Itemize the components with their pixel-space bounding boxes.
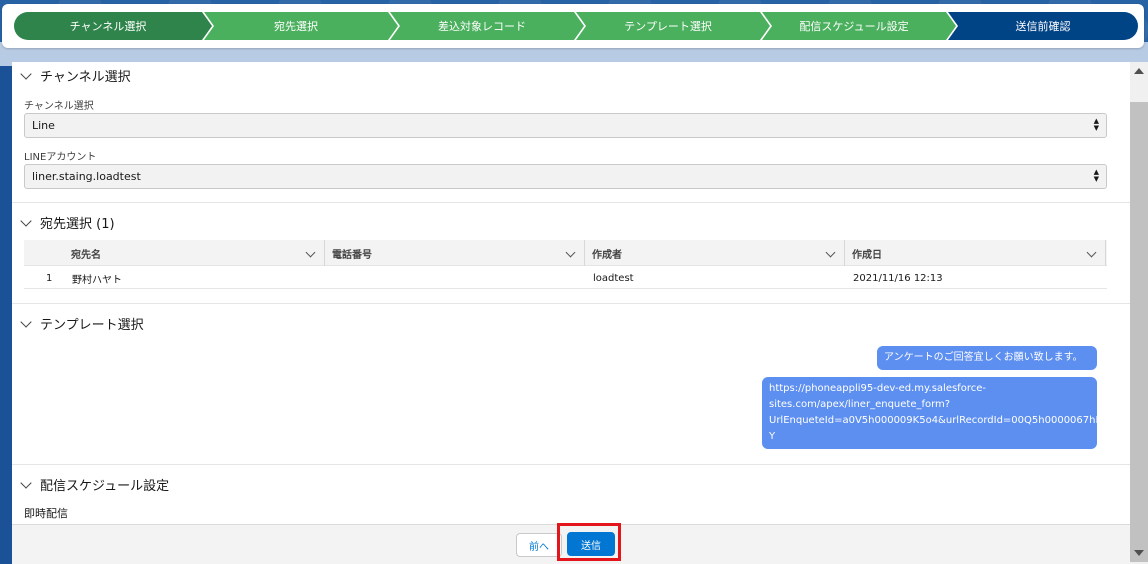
path-step-channel[interactable]: チャンネル選択 — [14, 12, 214, 40]
table-header: 宛先名 電話番号 作成者 作成日 — [24, 240, 1107, 266]
path-step-label: テンプレート選択 — [624, 20, 712, 33]
channel-select-value: Line — [32, 119, 55, 132]
column-header-created[interactable]: 作成日 — [845, 240, 1106, 266]
section-title: テンプレート選択 — [40, 318, 144, 333]
path-step-confirm[interactable]: 送信前確認 — [948, 12, 1138, 40]
schedule-value: 即時配信 — [24, 507, 68, 520]
section-title: チャンネル選択 — [40, 70, 131, 85]
line-account-select[interactable]: liner.staing.loadtest ▲ ▼ — [24, 164, 1107, 189]
recipient-creator: loadtest — [593, 272, 634, 284]
select-arrows-icon: ▲ ▼ — [1093, 168, 1099, 183]
chevron-down-icon — [20, 315, 32, 328]
column-header-phone[interactable]: 電話番号 — [325, 240, 585, 266]
scrollbar[interactable] — [1130, 62, 1148, 564]
highlight-box — [557, 523, 621, 561]
path-arrow — [574, 12, 584, 40]
path-step-label: 送信前確認 — [1015, 20, 1071, 33]
path-step-label: チャンネル選択 — [69, 20, 147, 33]
chevron-down-icon[interactable] — [305, 247, 316, 258]
column-label: 電話番号 — [332, 249, 372, 261]
path-step-label: 宛先選択 — [274, 20, 318, 33]
section-header-template[interactable]: テンプレート選択 — [20, 314, 144, 333]
path-step-recipient[interactable]: 宛先選択 — [204, 12, 400, 40]
recipient-name: 野村ハヤト — [72, 274, 122, 286]
section-header-schedule[interactable]: 配信スケジュール設定 — [20, 475, 170, 494]
channel-label: チャンネル選択 — [24, 101, 94, 112]
column-label: 宛先名 — [71, 249, 101, 261]
scroll-up-icon[interactable] — [1134, 68, 1144, 74]
path-step-schedule[interactable]: 配信スケジュール設定 — [762, 12, 958, 40]
chevron-down-icon — [20, 214, 32, 227]
path-arrow — [202, 12, 212, 40]
divider — [12, 202, 1130, 203]
column-header-name[interactable]: 宛先名 — [64, 240, 325, 266]
line-account-label: LINEアカウント — [24, 152, 97, 163]
row-number: 1 — [46, 272, 53, 284]
progress-path: チャンネル選択 宛先選択 差込対象レコード テンプレート選択 配信スケジュール設… — [2, 4, 1144, 48]
message-bubble: アンケートのご回答宜しくお願い致します。 — [877, 346, 1097, 370]
column-label: 作成者 — [592, 249, 622, 261]
line-account-value: liner.staing.loadtest — [32, 170, 141, 183]
section-title: 配信スケジュール設定 — [40, 479, 170, 494]
path-arrow — [388, 12, 398, 40]
path-step-label: 差込対象レコード — [438, 20, 526, 33]
scroll-down-icon[interactable] — [1134, 550, 1144, 556]
divider — [12, 464, 1130, 465]
chevron-down-icon — [20, 476, 32, 489]
message-line: UrlEnqueteId=a0V5h000009K5o4&urlRecordId… — [769, 415, 1122, 426]
message-bubble: https://phoneappli95-dev-ed.my.salesforc… — [762, 377, 1122, 449]
path-step-label: 配信スケジュール設定 — [799, 20, 909, 33]
section-title: 宛先選択 (1) — [40, 217, 115, 232]
message-line: sites.com/apex/liner_enquete_form? — [769, 399, 951, 410]
chevron-down-icon[interactable] — [825, 247, 836, 258]
path-arrow — [946, 12, 956, 40]
path-arrow — [760, 12, 770, 40]
previous-button[interactable]: 前へ — [516, 533, 562, 557]
channel-select[interactable]: Line ▲ ▼ — [24, 113, 1107, 138]
message-line: https://phoneappli95-dev-ed.my.salesforc… — [769, 383, 986, 394]
chevron-down-icon — [20, 67, 32, 80]
confirm-card: チャンネル選択 チャンネル選択 Line ▲ ▼ LINEアカウント liner.… — [12, 62, 1130, 524]
chevron-down-icon[interactable] — [565, 247, 576, 258]
section-header-channel[interactable]: チャンネル選択 — [20, 66, 131, 85]
table-row: 1 野村ハヤト loadtest 2021/11/16 12:13 — [24, 267, 1107, 289]
scrollbar-thumb[interactable] — [1130, 102, 1148, 562]
path-step-template[interactable]: テンプレート選択 — [576, 12, 772, 40]
select-arrows-icon: ▲ ▼ — [1093, 117, 1099, 132]
column-header-creator[interactable]: 作成者 — [585, 240, 845, 266]
column-label: 作成日 — [852, 249, 882, 261]
message-line: Y — [769, 431, 776, 442]
section-header-recipient[interactable]: 宛先選択 (1) — [20, 213, 115, 232]
recipient-created: 2021/11/16 12:13 — [853, 272, 943, 284]
chevron-down-icon[interactable] — [1086, 247, 1097, 258]
path-step-merge-record[interactable]: 差込対象レコード — [390, 12, 586, 40]
divider — [12, 303, 1130, 304]
